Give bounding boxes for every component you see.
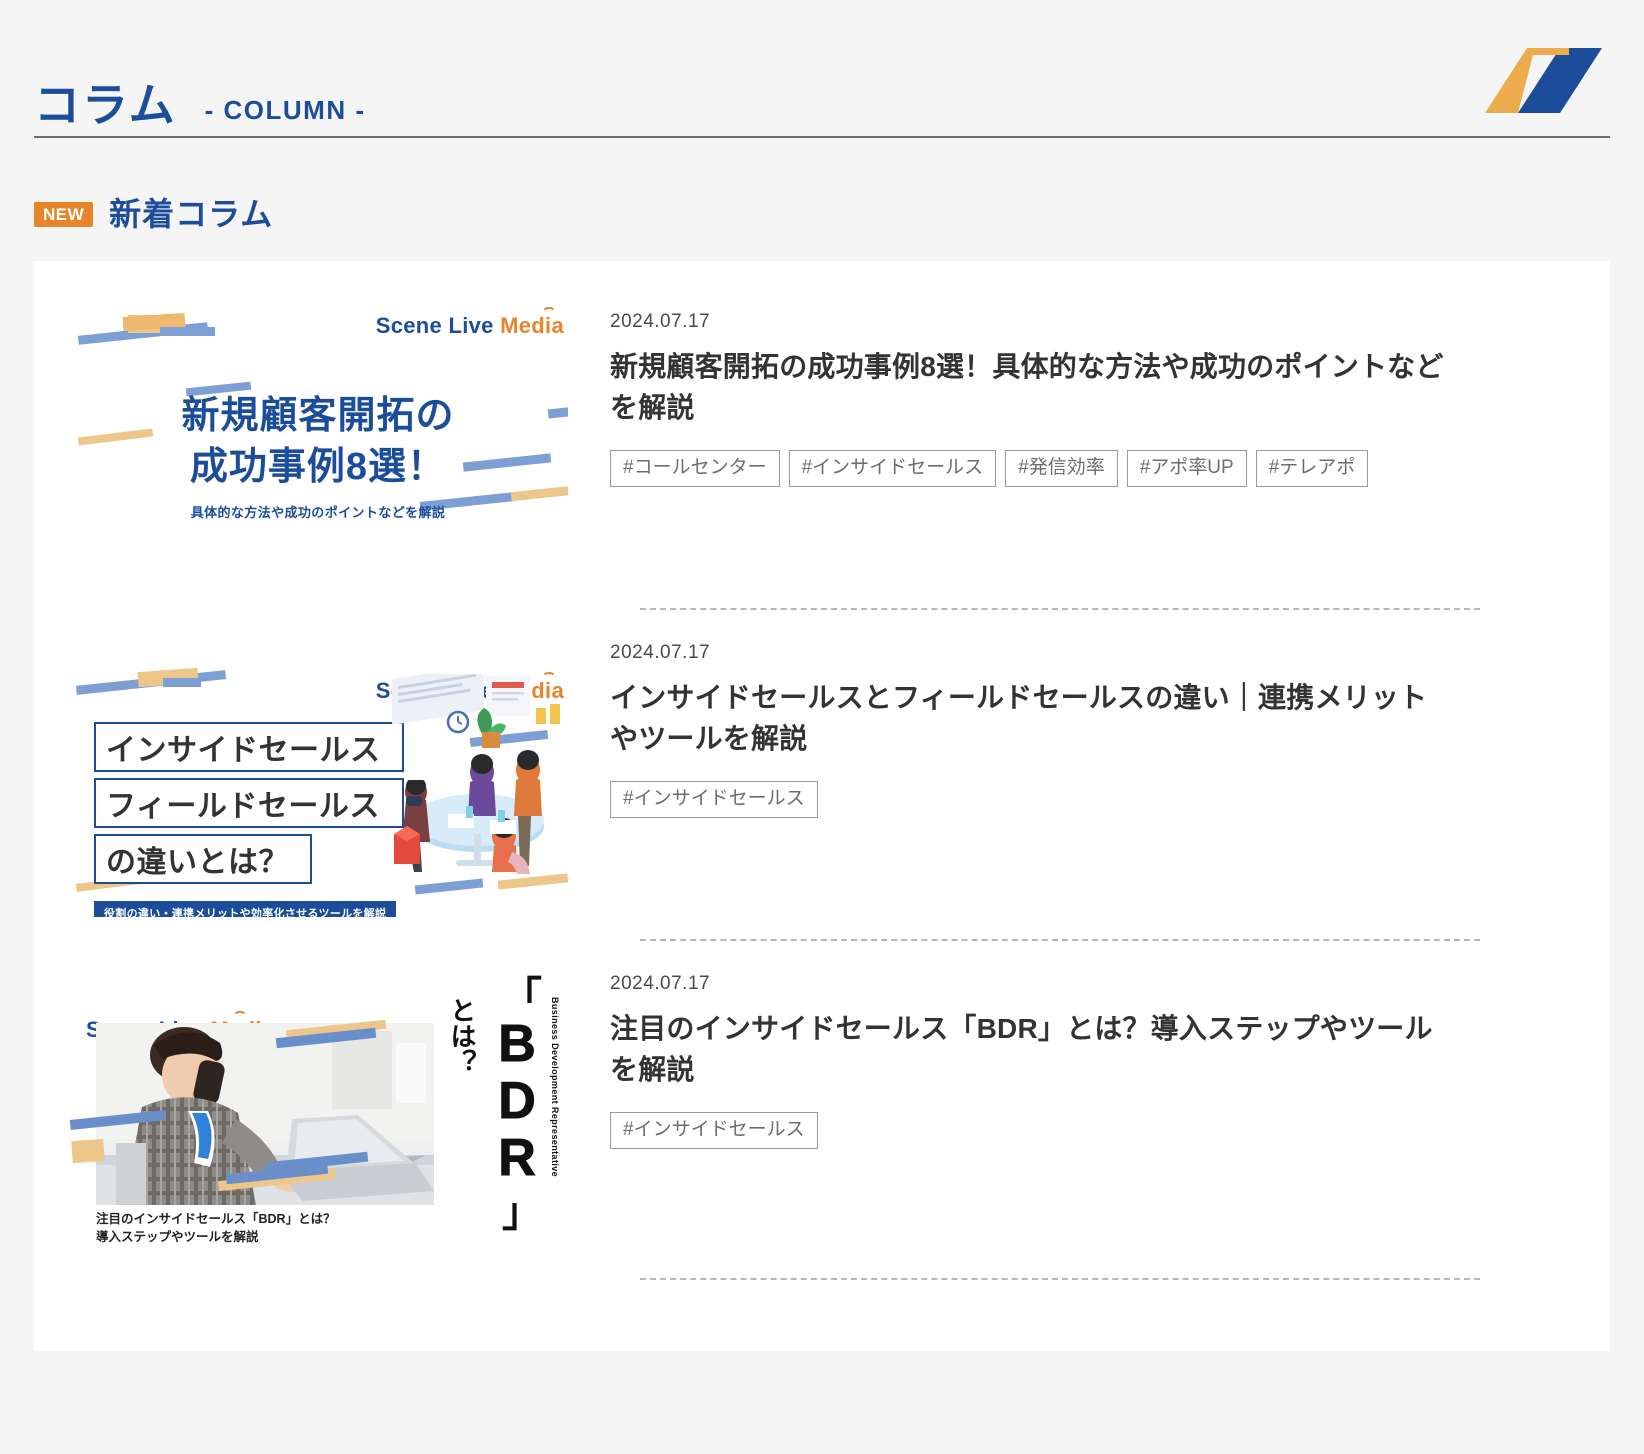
article-date: 2024.07.17 bbox=[610, 642, 711, 663]
article-tag-list: #インサイドセールス bbox=[610, 781, 1576, 819]
article-thumbnail[interactable]: Scene Live Media インサイドセールス フィールドセールス の違い… bbox=[68, 636, 568, 917]
office-illustration bbox=[392, 674, 560, 874]
section-title: 新着コラム bbox=[109, 196, 274, 232]
article-list-card: Scene Live Media 新規顧客開拓の 成功事例8選！ 具体的な方法や… bbox=[34, 261, 1610, 1351]
page-title: コラム bbox=[34, 79, 177, 131]
thumb-caption-line2: 導入ステップやツールを解説 bbox=[96, 1230, 259, 1244]
thumb-headline-line1: 新規顧客開拓の bbox=[181, 395, 455, 437]
article-tag[interactable]: #アポ率UP bbox=[1126, 450, 1247, 488]
scene-live-media-logo: Scene Live Media bbox=[376, 313, 564, 339]
bdr-close-quote: 」 bbox=[502, 1191, 542, 1235]
article-item[interactable]: Scene Live Media 新規顧客開拓の 成功事例8選！ 具体的な方法や… bbox=[68, 305, 1576, 608]
page-header: コラム - COLUMN - bbox=[0, 0, 1644, 140]
logo-scene-live-text: Scene Live bbox=[375, 313, 501, 338]
thumb-headline-line2: 成功事例8選！ bbox=[189, 446, 447, 488]
article-date: 2024.07.17 bbox=[610, 311, 711, 332]
article-tag-list: #コールセンター #インサイドセールス #発信効率 #アポ率UP #テレアポ bbox=[610, 450, 1576, 488]
section-heading: NEW 新着コラム bbox=[0, 140, 1644, 230]
article-tag[interactable]: #コールセンター bbox=[610, 450, 780, 488]
article-date: 2024.07.17 bbox=[610, 973, 711, 994]
thumb-box-line3: の違いとは？ bbox=[94, 834, 312, 884]
new-badge: NEW bbox=[34, 201, 94, 227]
article-tag[interactable]: #発信効率 bbox=[1005, 450, 1118, 488]
article-tag[interactable]: #インサイドセールス bbox=[610, 1112, 818, 1150]
bdr-typography: 「 BDR 」 とは？ Business Development Represe… bbox=[438, 975, 562, 1233]
bdr-english-expansion: Business Development Representative bbox=[550, 997, 560, 1178]
article-tag-list: #インサイドセールス bbox=[610, 1112, 1576, 1150]
article-thumbnail[interactable]: Scene Live Media 新規顧客開拓の 成功事例8選！ 具体的な方法や… bbox=[68, 305, 568, 586]
bdr-toha-text: とは？ bbox=[447, 997, 477, 1075]
article-item[interactable]: Scene Live Media インサイドセールス フィールドセールス の違い… bbox=[68, 610, 1576, 939]
article-text-block: 2024.07.17 新規顧客開拓の成功事例8選！具体的な方法や成功のポイントな… bbox=[610, 305, 1576, 488]
article-title[interactable]: インサイドセールスとフィールドセールスの違い｜連携メリットやツールを解説 bbox=[610, 678, 1445, 759]
wifi-icon bbox=[542, 307, 556, 317]
article-text-block: 2024.07.17 インサイドセールスとフィールドセールスの違い｜連携メリット… bbox=[610, 636, 1576, 819]
article-divider bbox=[640, 1278, 1480, 1280]
thumb-subtitle: 具体的な方法や成功のポイントなどを解説 bbox=[190, 505, 446, 520]
thumb-caption-line1: 注目のインサイドセールス「BDR」とは？ bbox=[96, 1212, 336, 1226]
thumb-banner: 役割の違い・連携メリットや効率化させるツールを解説 bbox=[94, 901, 396, 917]
article-text-block: 2024.07.17 注目のインサイドセールス「BDR」とは？導入ステップやツー… bbox=[610, 967, 1576, 1150]
article-thumbnail[interactable]: Scene Live Media bbox=[68, 967, 568, 1248]
thumb-box-line1: インサイドセールス bbox=[94, 722, 404, 772]
article-tag[interactable]: #インサイドセールス bbox=[788, 450, 997, 488]
wifi-icon bbox=[233, 1011, 247, 1021]
article-title[interactable]: 新規顧客開拓の成功事例8選！具体的な方法や成功のポイントなどを解説 bbox=[610, 347, 1445, 428]
header-title-row: コラム - COLUMN - bbox=[34, 42, 1610, 128]
page-title-english: - COLUMN - bbox=[204, 95, 366, 125]
bdr-letters: BDR bbox=[487, 1015, 546, 1187]
article-tag[interactable]: #テレアポ bbox=[1255, 450, 1369, 488]
article-item[interactable]: Scene Live Media bbox=[68, 941, 1576, 1278]
article-tag[interactable]: #インサイドセールス bbox=[610, 781, 818, 819]
logo-media-text: Media bbox=[500, 313, 564, 338]
header-divider bbox=[34, 136, 1610, 138]
scene-live-mark-icon bbox=[1485, 48, 1602, 113]
bdr-open-quote: 「 bbox=[502, 975, 542, 1019]
article-title[interactable]: 注目のインサイドセールス「BDR」とは？導入ステップやツールを解説 bbox=[610, 1009, 1445, 1090]
thumb-box-line2: フィールドセールス bbox=[94, 778, 404, 828]
